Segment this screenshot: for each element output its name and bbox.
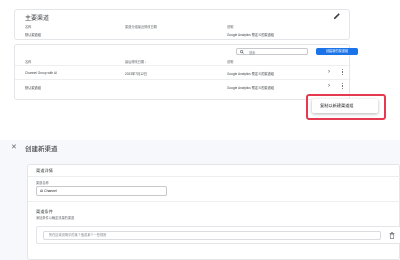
- row-name: 默认渠道组: [25, 86, 41, 90]
- close-icon[interactable]: ✕: [11, 143, 17, 151]
- more-vert-icon[interactable]: [341, 69, 344, 77]
- column-header-description: 说明: [227, 25, 234, 29]
- pencil-icon[interactable]: [333, 12, 341, 20]
- divider: [28, 201, 400, 202]
- channel-groups-screenshot: 主要渠道 名称 渠道分组最近修改日期 说明 默认渠道组 Google Analy…: [0, 0, 400, 132]
- search-input[interactable]: 搜索: [236, 48, 308, 55]
- chevron-right-icon[interactable]: ›: [328, 83, 330, 89]
- table-row[interactable]: 默认渠道组 Google Analytics 预定义的渠道组 ›: [15, 79, 351, 93]
- column-header-modified: 渠道分组最近修改日期: [125, 25, 157, 29]
- channel-name-input[interactable]: AI Channel: [36, 186, 167, 196]
- channel-name-label: 渠道名称: [36, 181, 49, 185]
- search-icon: [240, 50, 244, 54]
- condition-row: 所在区域说明中的某个值或某个一些规则: [36, 226, 400, 244]
- create-channel-group-button[interactable]: 创建新的渠道组: [316, 48, 358, 55]
- divider: [28, 176, 400, 177]
- row-description: Google Analytics 预定义的渠道组: [227, 86, 274, 90]
- channel-groups-table-card: 搜索 创建新的渠道组 名称 最后修改日期 ↓ 说明 Channel Group …: [14, 44, 358, 100]
- column-header-last-modified[interactable]: 最后修改日期 ↓: [125, 59, 147, 64]
- row-name: Channel Group with AI: [25, 71, 57, 75]
- condition-description: 添加条件以确定流量的渠道: [36, 216, 75, 220]
- column-header-name[interactable]: 名称: [25, 59, 31, 64]
- table-row[interactable]: Channel Group with AI 2023年7月12日 Google …: [15, 65, 351, 79]
- copy-to-new-group-menu-item[interactable]: 复制以新建渠道组: [320, 103, 354, 109]
- column-header-description[interactable]: 说明: [227, 59, 233, 64]
- main-group-name: 默认渠道组: [25, 33, 41, 37]
- section-title: 渠道详情: [36, 168, 53, 173]
- create-channel-screenshot: ✕ 创建新渠道 渠道详情 渠道名称 AI Channel 渠道条件 添加条件以确…: [0, 140, 400, 260]
- context-menu: 复制以新建渠道组: [312, 99, 378, 113]
- condition-field[interactable]: 所在区域说明中的某个值或某个一些规则: [43, 231, 381, 240]
- main-channel-group-card: 主要渠道 名称 渠道分组最近修改日期 说明 默认渠道组 Google Analy…: [14, 9, 350, 40]
- page-title: 创建新渠道: [25, 146, 58, 153]
- row-date: 2023年7月12日: [125, 72, 147, 76]
- main-group-description: Google Analytics 预定义的渠道组: [227, 33, 274, 37]
- chevron-right-icon[interactable]: ›: [328, 69, 330, 75]
- section-title: 主要渠道: [25, 16, 50, 22]
- trash-icon[interactable]: [389, 232, 395, 239]
- more-vert-icon[interactable]: [341, 83, 344, 91]
- column-header-name: 名称: [25, 25, 32, 29]
- search-placeholder: 搜索: [249, 51, 256, 55]
- channel-details-card: 渠道详情 渠道名称 AI Channel 渠道条件 添加条件以确定流量的渠道 所…: [27, 164, 400, 260]
- row-description: Google Analytics 预定义的渠道组: [227, 72, 274, 76]
